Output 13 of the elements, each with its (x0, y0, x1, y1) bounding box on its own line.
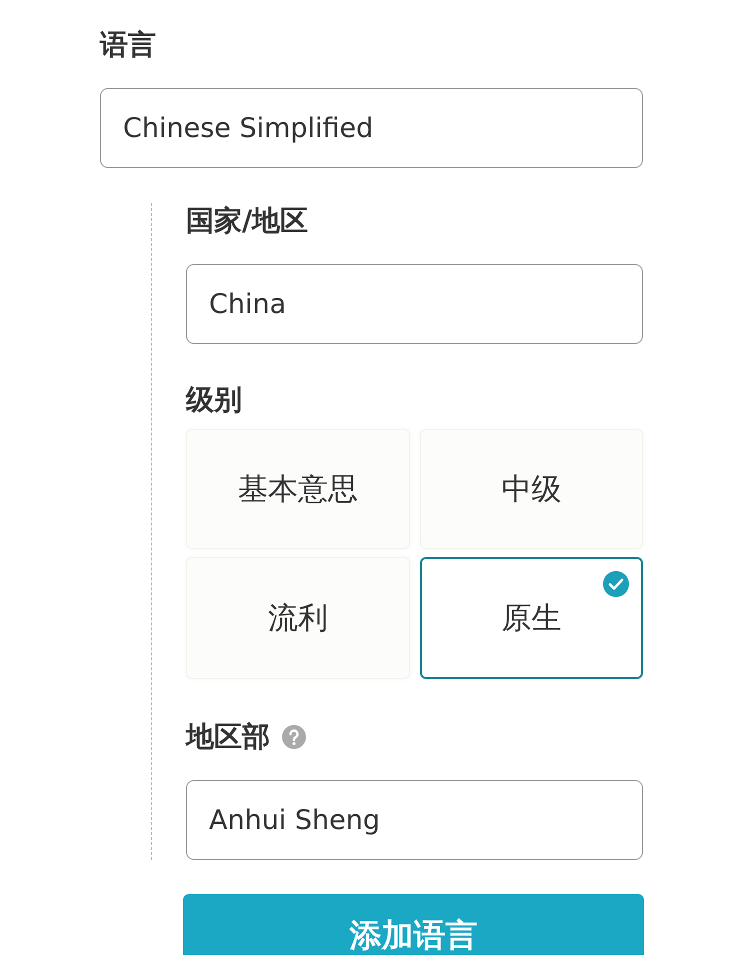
region-field[interactable]: Anhui Sheng (186, 780, 643, 860)
field-label: 级别 (186, 382, 242, 418)
field-label: 地区部 (186, 719, 270, 755)
level-option[interactable]: 流利 (186, 557, 410, 679)
level-option[interactable]: 原生 (420, 557, 643, 679)
country-field[interactable]: China (186, 264, 643, 344)
field-label: 语言 (100, 27, 156, 63)
level-option[interactable]: 基本意思 (186, 429, 410, 549)
help-icon[interactable] (282, 725, 306, 749)
field-label: 国家/地区 (186, 203, 308, 239)
language-field[interactable]: Chinese Simplified (100, 88, 643, 168)
check-icon (603, 571, 629, 597)
level-option[interactable]: 中级 (420, 429, 643, 549)
